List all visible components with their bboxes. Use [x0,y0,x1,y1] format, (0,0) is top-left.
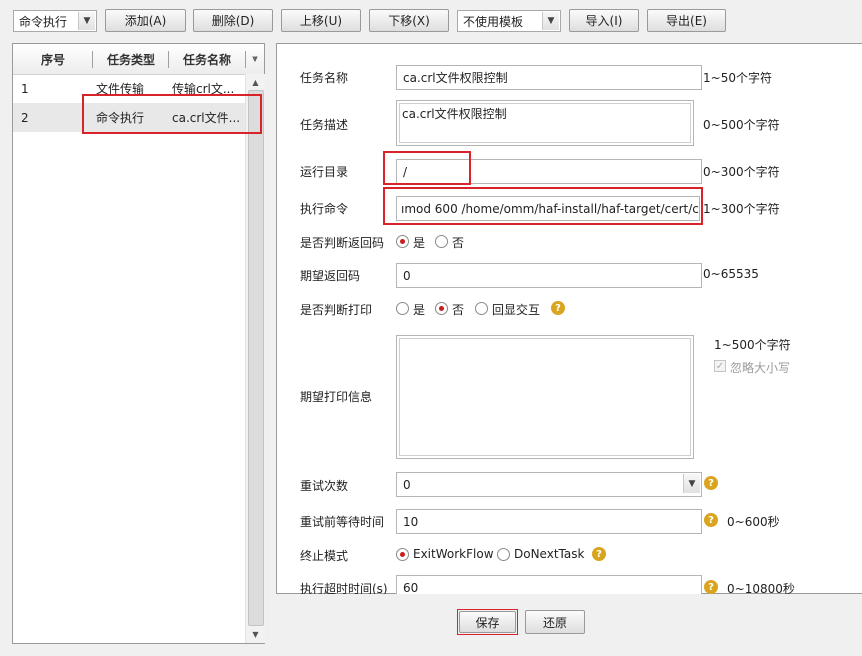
task-list-scrollbar[interactable]: ▲ ▼ [245,74,265,643]
scroll-up-icon[interactable]: ▲ [246,75,265,89]
check-return-label: 是否判断返回码 [300,236,385,250]
mode-select[interactable]: 命令执行 ▼ [13,10,97,32]
scrollbar-thumb[interactable] [248,90,264,626]
stop-mode-exit-label[interactable]: ExitWorkFlow [413,547,494,561]
check-print-no-label[interactable]: 否 [452,301,464,318]
move-down-button[interactable]: 下移(X) [369,9,449,32]
stop-mode-next-label[interactable]: DoNextTask [514,547,584,561]
help-icon[interactable]: ? [551,301,565,315]
help-icon[interactable]: ? [592,547,606,561]
template-select-value: 不使用模板 [463,14,524,29]
command-hint: 1~300个字符 [703,202,780,216]
column-header-type[interactable]: 任务类型 [93,44,169,74]
add-button[interactable]: 添加(A) [105,9,186,32]
expected-return-label: 期望返回码 [300,269,361,283]
highlight-box-selected-row [82,94,262,134]
highlight-box-command [383,187,703,225]
stop-mode-label: 终止模式 [300,549,349,563]
move-up-button[interactable]: 上移(U) [281,9,361,32]
expected-return-input[interactable]: 0 [396,263,702,288]
task-name-hint: 1~50个字符 [703,71,772,85]
task-table-header: 序号 任务类型 任务名称 ⩔ [13,44,264,75]
expected-print-value [399,338,691,456]
stop-mode-next-radio[interactable] [497,548,510,561]
highlight-box-run-dir [383,151,471,185]
retry-wait-label: 重试前等待时间 [300,515,385,529]
check-print-no-radio[interactable] [435,302,448,315]
expected-print-label: 期望打印信息 [300,390,373,404]
help-icon[interactable]: ? [704,476,718,490]
row-index: 1 [21,81,29,96]
command-label: 执行命令 [300,202,349,216]
retry-count-value: 0 [403,477,411,492]
row-index: 2 [21,110,29,125]
task-name-label: 任务名称 [300,71,349,85]
chevron-down-icon[interactable]: ▼ [542,12,559,30]
export-button[interactable]: 导出(E) [647,9,726,32]
retry-wait-input[interactable]: 10 [396,509,702,534]
restore-button[interactable]: 还原 [525,610,585,634]
expected-return-hint: 0~65535 [703,267,759,281]
template-select[interactable]: 不使用模板 ▼ [457,10,561,32]
task-name-input[interactable]: ca.crl文件权限控制 [396,65,702,90]
ignore-case-checkbox[interactable]: ✓ [714,360,726,372]
chevron-down-icon[interactable]: ▼ [78,12,95,30]
expected-print-hint: 1~500个字符 [714,338,791,352]
retry-wait-hint: 0~600秒 [727,515,780,529]
check-print-echo-radio[interactable] [475,302,488,315]
stop-mode-exit-radio[interactable] [396,548,409,561]
retry-count-select[interactable]: 0 ▼ [396,472,702,497]
task-desc-hint: 0~500个字符 [703,118,780,132]
expected-print-textarea[interactable] [396,335,694,459]
column-menu-icon[interactable]: ⩔ [246,44,264,74]
run-dir-label: 运行目录 [300,165,349,179]
chevron-down-icon[interactable]: ▼ [683,474,700,493]
check-return-yes-radio[interactable] [396,235,409,248]
check-return-no-radio[interactable] [435,235,448,248]
check-print-yes-label[interactable]: 是 [413,301,425,318]
column-header-index[interactable]: 序号 [13,44,93,74]
task-desc-label: 任务描述 [300,118,349,132]
check-return-no-label[interactable]: 否 [452,234,464,251]
help-icon[interactable]: ? [704,580,718,594]
column-header-name[interactable]: 任务名称 [169,44,245,74]
run-dir-hint: 0~300个字符 [703,165,780,179]
delete-button[interactable]: 删除(D) [193,9,273,32]
retry-count-label: 重试次数 [300,479,349,493]
check-return-yes-label[interactable]: 是 [413,234,425,251]
task-desc-value: ca.crl文件权限控制 [399,103,691,143]
check-print-label: 是否判断打印 [300,303,373,317]
import-button[interactable]: 导入(I) [569,9,639,32]
mode-select-value: 命令执行 [19,14,68,29]
check-print-echo-label[interactable]: 回显交互 [492,301,540,318]
task-detail-form: 任务名称 ca.crl文件权限控制 1~50个字符 任务描述 ca.crl文件权… [276,43,862,600]
check-print-yes-radio[interactable] [396,302,409,315]
ignore-case-label[interactable]: 忽略大小写 [730,359,790,376]
scroll-down-icon[interactable]: ▼ [246,627,265,641]
task-desc-textarea[interactable]: ca.crl文件权限控制 [396,100,694,146]
save-button-focus: 保存 [457,609,518,635]
save-button[interactable]: 保存 [459,611,516,633]
help-icon[interactable]: ? [704,513,718,527]
